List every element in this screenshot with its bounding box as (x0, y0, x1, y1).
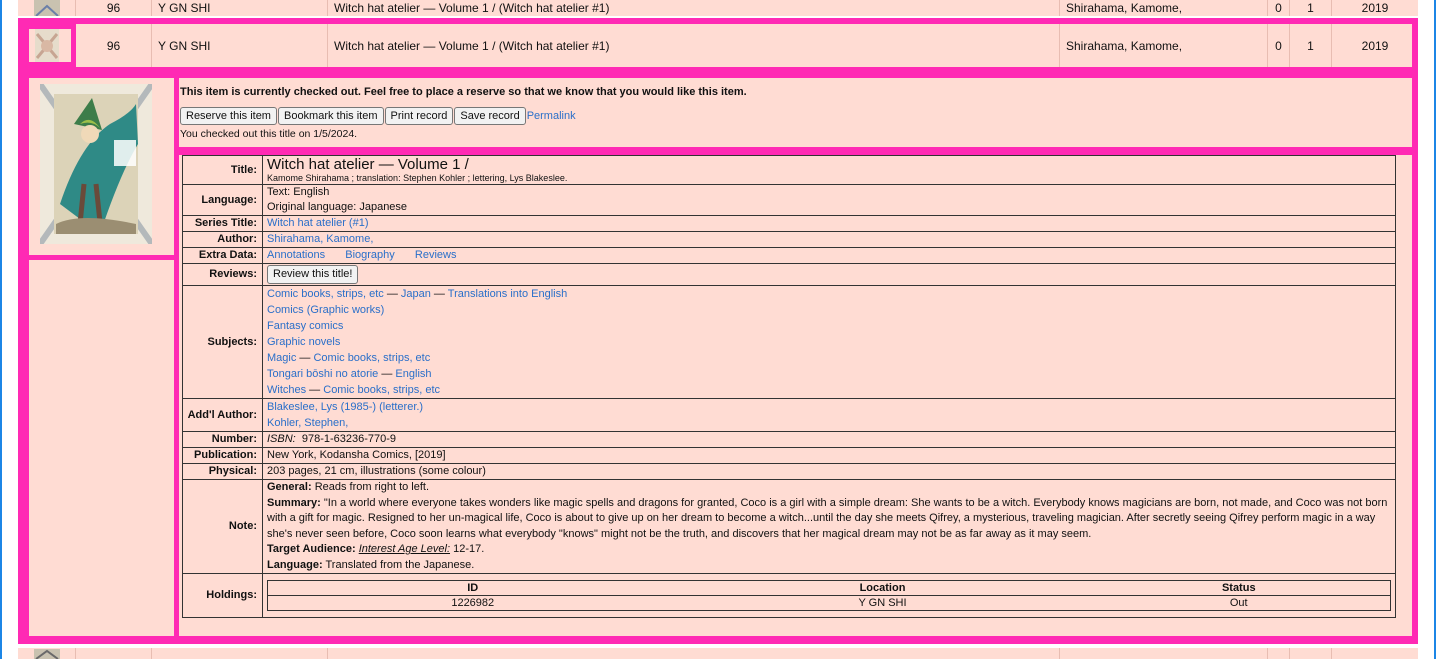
highlight-thumb-frame (24, 24, 76, 67)
call-number: Y GN SHI (152, 0, 328, 16)
row-year: 2019 (1361, 1, 1389, 15)
cover-thumbnail[interactable] (18, 0, 76, 16)
highlight-record-frame (174, 150, 1418, 641)
row-author: Shirahama, Kamome, (1060, 0, 1268, 16)
table-row[interactable] (18, 648, 1418, 659)
row-count-reserves: 0 (1268, 0, 1290, 16)
highlight-status-frame (174, 73, 1418, 152)
window-edge-left (0, 0, 2, 659)
cover-thumb-icon (33, 649, 60, 659)
cover-thumb-icon (33, 0, 60, 16)
highlight-sidebar-frame (24, 255, 179, 641)
highlight-row-frame (18, 18, 1418, 73)
table-row[interactable]: 96 Y GN SHI Witch hat atelier — Volume 1… (18, 0, 1418, 16)
row-number: 96 (76, 0, 152, 16)
row-title[interactable]: Witch hat atelier — Volume 1 / (Witch ha… (328, 0, 1060, 16)
highlight-cover-frame (24, 73, 179, 260)
cover-thumbnail[interactable] (18, 648, 76, 659)
row-count-copies: 1 (1290, 0, 1332, 16)
